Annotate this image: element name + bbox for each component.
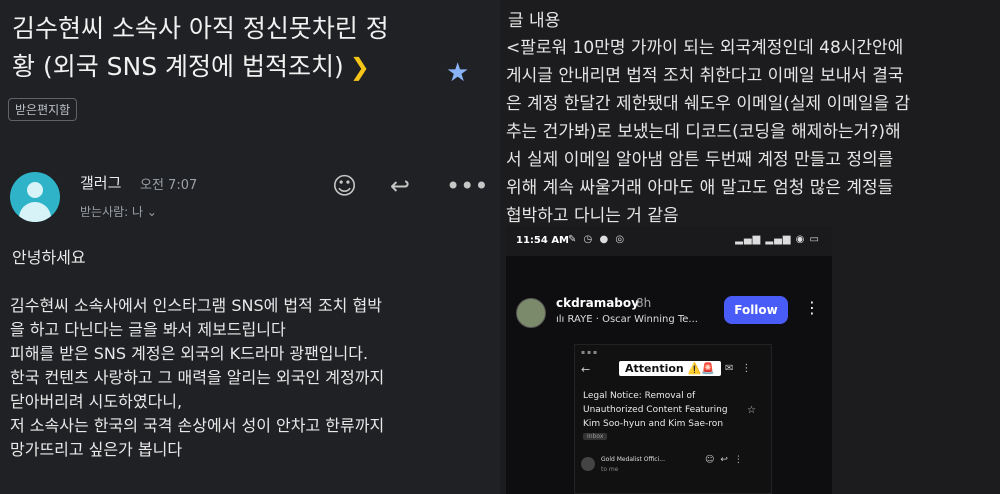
audio-wave-icon: ılı <box>556 314 568 325</box>
inner-toolbar-icons: ✉⋮ <box>725 363 760 374</box>
sender-avatar[interactable] <box>10 172 60 222</box>
notification-icons: ✎ ◷ ● ◎ <box>568 234 627 245</box>
phone-status-bar: 11:54 AM ✎ ◷ ● ◎ ▂▄▆ ▂▄▆ ◉ ▭ <box>506 226 832 256</box>
post-line: 게시글 안내리면 법적 조치 취한다고 이메일 보내서 결국 <box>506 66 904 86</box>
avatar-body-shape <box>19 202 51 222</box>
instagram-avatar[interactable] <box>516 298 546 328</box>
body-line: 김수현씨 소속사에서 인스타그램 SNS에 법적 조치 협박 <box>10 296 382 315</box>
inner-status-bar: ▪ ▪ ▪ <box>581 349 598 356</box>
email-subject: 김수현씨 소속사 아직 정신못차린 정 황 (외국 SNS 계정에 법적조치) ❯ <box>12 10 432 86</box>
instagram-username[interactable]: ckdramaboy <box>556 296 639 310</box>
subject-line-2: 황 (외국 SNS 계정에 법적조치) ❯ <box>12 48 432 86</box>
post-line: 서 실제 이메일 알아냄 암튼 두번째 계정 만들고 정의를 <box>506 150 894 170</box>
reply-icon[interactable]: ↩ <box>390 172 410 200</box>
sender-name: 갤러그 <box>80 174 122 192</box>
emoji-icon[interactable]: ☺ <box>332 172 357 200</box>
star-icon[interactable]: ★ <box>446 58 469 88</box>
post-audio[interactable]: ılı RAYE · Oscar Winning Te... <box>556 314 698 325</box>
signal-battery-icon: ▂▄▆ ▂▄▆ ◉ ▭ <box>735 234 820 245</box>
inner-inbox-chip: Inbox <box>583 433 608 440</box>
recipient-details[interactable]: 받는사람: 나 ⌄ <box>80 203 157 220</box>
back-arrow-icon: ← <box>581 363 591 376</box>
gm-sender-avatar <box>581 457 595 471</box>
legal-notice-subject: Legal Notice: Removal of Unauthorized Co… <box>583 389 743 431</box>
body-line: 을 하고 다닌다는 글을 봐서 제보드립니다 <box>10 320 286 339</box>
body-line: 피해를 받은 SNS 계정은 외국의 K드라마 광팬입니다. <box>10 344 369 363</box>
post-line: 위해 계속 싸울거래 아마도 애 말고도 엄청 많은 계정들 <box>506 178 894 198</box>
avatar-head-shape <box>27 182 43 198</box>
attention-banner: Attention ⚠️🚨 <box>619 361 721 376</box>
inner-action-icons: ☺↩⋮ <box>705 455 749 465</box>
inner-star-icon: ☆ <box>747 405 756 416</box>
subject-line-1: 김수현씨 소속사 아직 정신못차린 정 <box>12 14 389 43</box>
post-age: 8h <box>636 296 652 310</box>
recipient-text: 받는사람: 나 <box>80 205 144 219</box>
body-line: 닫아버리려 시도하였다니, <box>10 392 183 411</box>
body-line: 한국 컨텐츠 사랑하고 그 매력을 알리는 외국인 계정까지 <box>10 368 385 387</box>
email-body: 김수현씨 소속사에서 인스타그램 SNS에 법적 조치 협박 을 하고 다닌다는… <box>10 294 490 462</box>
gm-sender-name: Gold Medalist Offici... <box>601 456 665 463</box>
more-horizontal-icon[interactable]: ••• <box>446 172 488 200</box>
email-greeting: 안녕하세요 <box>12 248 86 267</box>
more-vertical-icon[interactable]: ⋮ <box>804 298 820 317</box>
legal-line: Unauthorized Content Featuring <box>583 405 728 415</box>
embedded-email-screenshot: ▪ ▪ ▪ ← Attention ⚠️🚨 ✉⋮ Legal Notice: R… <box>574 344 772 494</box>
post-heading: 글 내용 <box>508 11 561 31</box>
gm-recipient: to me <box>601 466 619 473</box>
email-time: 오전 7:07 <box>140 178 198 193</box>
post-line: 은 계정 한달간 제한됐대 쉐도우 이메일(실제 이메일을 감 <box>506 94 911 114</box>
audio-track: RAYE · Oscar Winning Te... <box>567 314 698 325</box>
phone-screenshot: 11:54 AM ✎ ◷ ● ◎ ▂▄▆ ▂▄▆ ◉ ▭ ckdramaboy … <box>506 226 832 494</box>
chevron-down-icon[interactable]: ⌄ <box>147 205 157 219</box>
inbox-label-chip[interactable]: 받은편지함 <box>8 98 78 121</box>
important-marker-icon[interactable]: ❯ <box>350 48 370 86</box>
post-line: <팔로워 10만명 가까이 되는 외국계정인데 48시간안에 <box>506 38 904 58</box>
legal-line: Kim Soo-hyun and Kim Sae-ron <box>583 419 724 429</box>
post-body: <팔로워 10만명 가까이 되는 외국계정인데 48시간안에 게시글 안내리면 … <box>506 34 996 230</box>
legal-line: Legal Notice: Removal of <box>583 391 696 401</box>
status-time: 11:54 AM <box>516 235 570 246</box>
subject-line-2-text: 황 (외국 SNS 계정에 법적조치) <box>12 52 344 81</box>
body-line: 저 소속사는 한국의 국격 손상에서 성이 안차고 한류까지 <box>10 416 385 435</box>
follow-button[interactable]: Follow <box>724 296 788 324</box>
post-panel: 글 내용 <팔로워 10만명 가까이 되는 외국계정인데 48시간안에 게시글 … <box>500 0 1000 494</box>
body-line: 망가뜨리고 싶은가 봅니다 <box>10 440 183 459</box>
email-view: 김수현씨 소속사 아직 정신못차린 정 황 (외국 SNS 계정에 법적조치) ❯… <box>0 0 500 494</box>
post-line: 추는 건가봐)로 보냈는데 디코드(코딩을 해제하는거?)해 <box>506 122 901 142</box>
